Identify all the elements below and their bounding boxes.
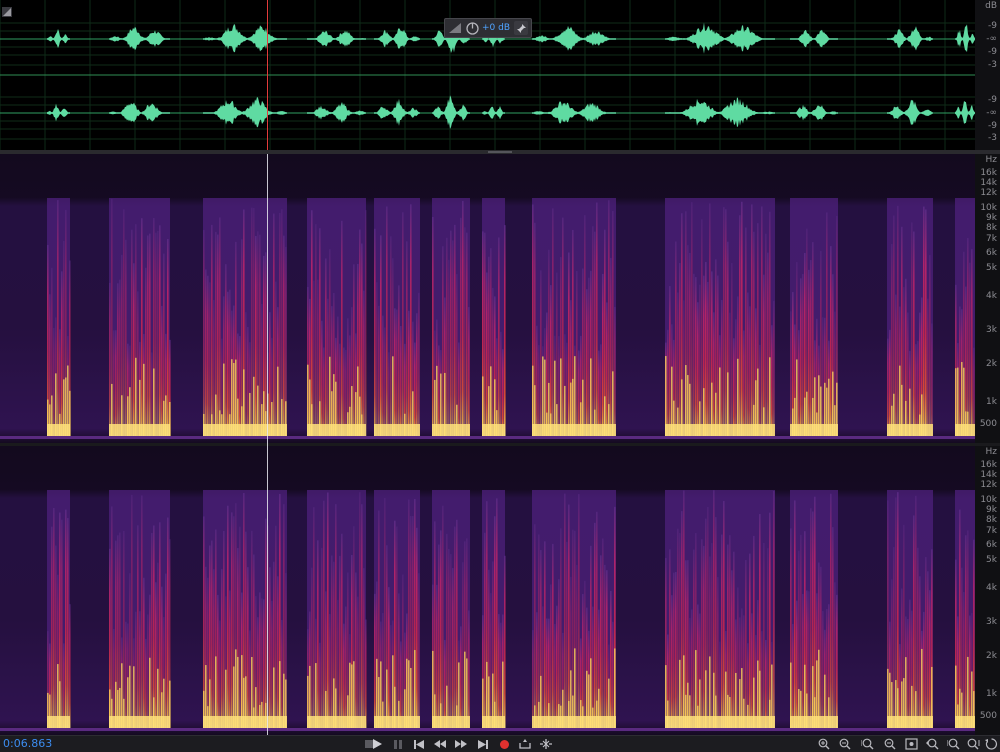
zoom-out-time-button[interactable]	[880, 737, 898, 751]
hz-tick-label: 14k	[980, 470, 997, 480]
hz-tick-label: 4k	[986, 583, 998, 593]
go-to-start-button[interactable]	[410, 737, 428, 751]
playhead-spectral[interactable]	[267, 154, 268, 735]
skip-back-icon	[414, 739, 424, 749]
db-tick-label: -9	[988, 47, 997, 57]
hz-tick-label: 4k	[986, 291, 998, 301]
record-icon	[499, 739, 509, 749]
hz-tick-label: 10k	[980, 495, 997, 505]
hz-tick-label: 12k	[980, 188, 997, 198]
hz-tick-label: 14k	[980, 178, 997, 188]
level-meter-icon	[448, 21, 462, 35]
hz-tick-label: 2k	[986, 359, 998, 369]
zoom-in-selection-button[interactable]	[923, 737, 941, 751]
zoom-full-icon	[904, 738, 918, 750]
hz-tick-label: 16k	[980, 168, 997, 178]
hz-tick-label: 7k	[986, 526, 998, 536]
hz-tick-label: 8k	[986, 223, 998, 233]
hud-gain-control[interactable]: +0 dB	[444, 18, 532, 38]
record-button[interactable]	[495, 737, 513, 751]
volume-knob-icon[interactable]	[465, 21, 479, 35]
fast-forward-button[interactable]	[452, 737, 470, 751]
db-tick-label: dB	[985, 1, 997, 11]
zoom-reset-button[interactable]	[982, 737, 1000, 751]
loop-button[interactable]	[537, 737, 555, 751]
hz-tick-label: 6k	[986, 540, 998, 550]
zoom-out-amplitude-icon	[839, 738, 850, 750]
hz-tick-label: 5k	[986, 555, 998, 565]
db-tick-label: -3	[988, 133, 997, 143]
db-tick-label: -9	[988, 121, 997, 131]
zoom-in-left-icon	[946, 738, 959, 750]
divider-grip[interactable]	[488, 151, 512, 153]
hz-tick-label: 5k	[986, 263, 998, 273]
skip-selection-icon	[519, 739, 531, 749]
zoom-reset-icon	[984, 738, 997, 750]
gain-value: +0 dB	[482, 23, 511, 33]
zoom-in-right-icon	[967, 738, 979, 750]
spectral-display-right[interactable]: Hz 16k14k12k 10k9k8k7k 6k 5k 4k 3k 2k 1k 500	[0, 446, 1000, 735]
hz-tick-label: Hz	[986, 155, 998, 165]
hz-tick-label: 3k	[986, 617, 998, 627]
hz-tick-label: 12k	[980, 480, 997, 490]
zoom-full-button[interactable]	[902, 737, 920, 751]
hz-tick-label: 6k	[986, 248, 998, 258]
play-icon	[372, 739, 382, 749]
pin-icon[interactable]	[514, 21, 528, 35]
rewind-icon	[434, 740, 446, 748]
spectral-display-left[interactable]: Hz 16k14k12k 10k9k8k7k 6k 5k 4k 3k 2k 1k 500	[0, 154, 1000, 443]
db-tick-label: -3	[988, 60, 997, 70]
db-tick-label: -∞	[986, 108, 997, 118]
current-time-display[interactable]: 0:06.863	[3, 737, 52, 750]
db-tick-label: -∞	[986, 34, 997, 44]
pause-icon	[394, 739, 402, 749]
hz-tick-label: 16k	[980, 460, 997, 470]
playhead-waveform[interactable]	[267, 0, 268, 150]
db-tick-label: -9	[988, 21, 997, 31]
fast-forward-icon	[455, 740, 467, 748]
hz-tick-label: 10k	[980, 203, 997, 213]
hz-tick-label: 9k	[986, 505, 998, 515]
play-button[interactable]	[368, 737, 386, 751]
zoom-in-amplitude-icon	[818, 738, 829, 750]
db-tick-label: -9	[988, 95, 997, 105]
hz-tick-label: 500	[980, 711, 997, 721]
zoom-in-right-button[interactable]	[964, 737, 982, 751]
hz-tick-label: 7k	[986, 234, 998, 244]
hz-tick-label: 500	[980, 419, 997, 429]
rewind-button[interactable]	[431, 737, 449, 751]
hz-tick-label: 8k	[986, 515, 998, 525]
hz-tick-label: 1k	[986, 397, 998, 407]
zoom-in-time-button[interactable]	[858, 737, 876, 751]
hz-tick-label: 1k	[986, 689, 998, 699]
zoom-in-amplitude-button[interactable]	[815, 737, 833, 751]
skip-selection-button[interactable]	[516, 737, 534, 751]
hz-tick-label: Hz	[986, 447, 998, 457]
pause-button[interactable]	[389, 737, 407, 751]
corner-icon[interactable]	[2, 2, 12, 17]
zoom-in-time-icon	[860, 738, 873, 750]
skip-forward-icon	[478, 739, 488, 749]
hz-tick-label: 2k	[986, 651, 998, 661]
zoom-out-time-icon	[884, 738, 895, 750]
transport-bar: 0:06.863	[0, 735, 1000, 752]
zoom-in-left-button[interactable]	[944, 737, 962, 751]
hz-tick-label: 3k	[986, 325, 998, 335]
zoom-in-selection-icon	[925, 738, 938, 750]
zoom-out-amplitude-button[interactable]	[836, 737, 854, 751]
loop-icon	[540, 739, 552, 749]
go-to-end-button[interactable]	[474, 737, 492, 751]
hz-tick-label: 9k	[986, 213, 998, 223]
